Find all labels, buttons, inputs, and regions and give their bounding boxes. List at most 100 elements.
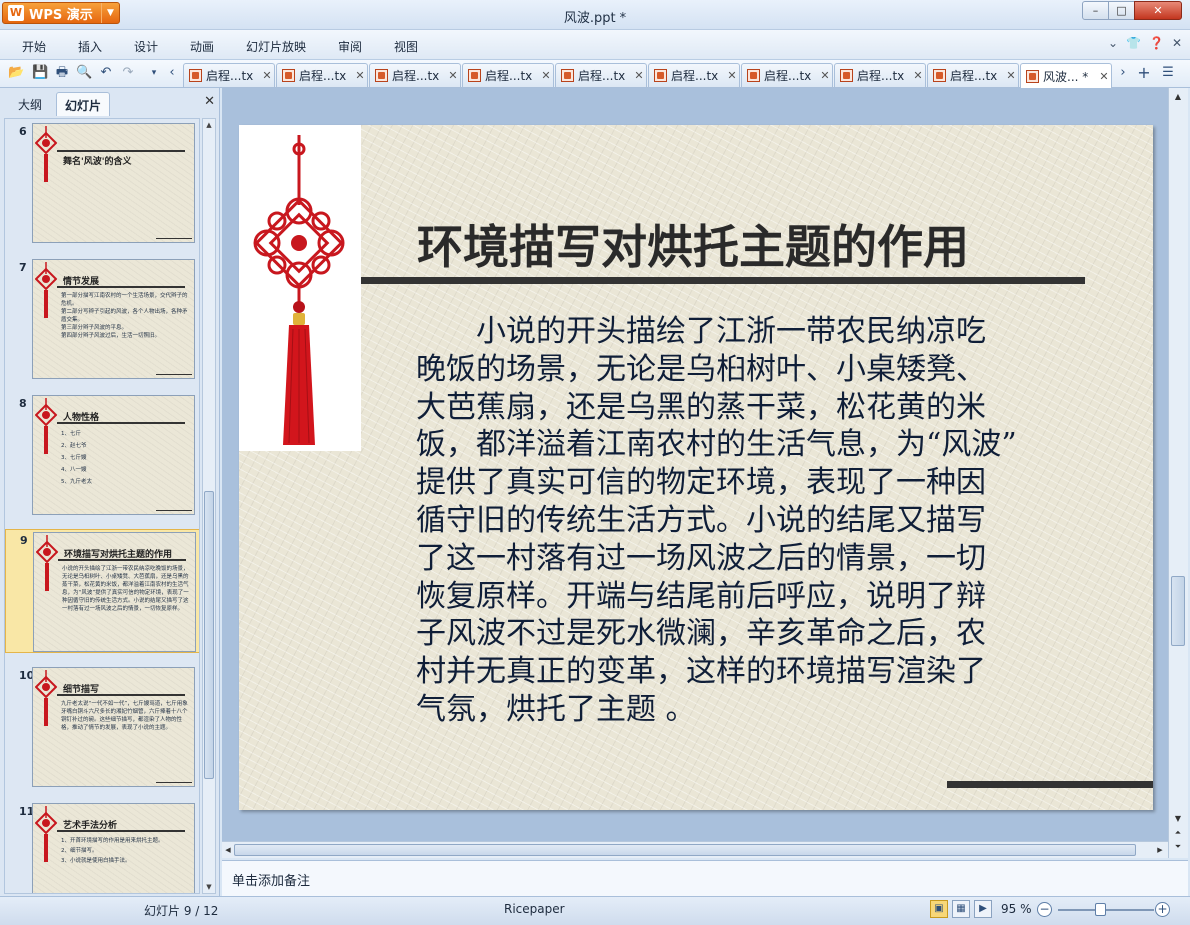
- close-tab-icon[interactable]: ✕: [539, 69, 553, 82]
- slide-thumbnail-selected[interactable]: 9 环境描写对烘托主题的作用 小说的开头描绘了江浙一带农民纳凉吃晚饭的场景，无论…: [5, 529, 199, 653]
- slide-thumbnail[interactable]: 6 舞名'风波'的含义: [5, 121, 199, 245]
- doc-tab[interactable]: 启程...tx ✕: [462, 63, 554, 87]
- slide-title[interactable]: 环境描写对烘托主题的作用: [417, 211, 969, 277]
- thumb-line: 第四部分辫子风波过后，生活一切照旧。: [61, 333, 161, 339]
- tab-outline[interactable]: 大纲: [10, 92, 50, 116]
- thumb-title: 舞名'风波'的含义: [63, 157, 132, 167]
- print-icon[interactable]: 🖶: [54, 65, 70, 81]
- zoom-in-icon[interactable]: +: [1155, 902, 1170, 917]
- slide-thumbnail-preview[interactable]: 环境描写对烘托主题的作用 小说的开头描绘了江浙一带农民纳凉吃晚饭的场景，无论是乌…: [33, 532, 196, 652]
- menu-item-slideshow[interactable]: 幻灯片放映: [246, 38, 306, 55]
- slide-thumbnail[interactable]: 8 人物性格 1、七斤 2、赵七爷 3、七斤嫂 4、八一嫂 5、九斤老太: [5, 393, 199, 517]
- doc-tab[interactable]: 启程...tx ✕: [369, 63, 461, 87]
- doc-tab[interactable]: 启程...tx ✕: [834, 63, 926, 87]
- notes-pane[interactable]: 单击添加备注: [222, 860, 1188, 896]
- slide-thumbnail-panel: 大纲 幻灯片 ✕ 6 舞名'风波'的含义 7 情节发展 第一部分描写江南农村的一…: [0, 88, 220, 896]
- close-tab-icon[interactable]: ✕: [725, 69, 739, 82]
- close-tab-icon[interactable]: ✕: [1004, 69, 1018, 82]
- scrollbar-thumb[interactable]: [1171, 576, 1185, 646]
- zoom-out-icon[interactable]: −: [1037, 902, 1052, 917]
- scroll-right-icon[interactable]: ▶: [1154, 844, 1166, 856]
- previous-slide-icon[interactable]: ⏶: [1171, 826, 1185, 840]
- scroll-left-icon[interactable]: ◀: [222, 844, 234, 856]
- editor-vertical-scrollbar[interactable]: ▲ ▼ ⏶ ⏷: [1168, 88, 1188, 858]
- help-icon[interactable]: ❓: [1149, 36, 1164, 50]
- doc-tab[interactable]: 启程...tx ✕: [276, 63, 368, 87]
- chinese-knot-icon: [35, 398, 57, 454]
- menu-item-view[interactable]: 视图: [394, 38, 418, 55]
- undo-icon[interactable]: ↶: [98, 65, 114, 81]
- new-tab-icon[interactable]: +: [1136, 65, 1152, 81]
- close-tab-icon[interactable]: ✕: [353, 69, 367, 82]
- minimize-button[interactable]: –: [1082, 1, 1109, 20]
- zoom-slider-handle[interactable]: [1095, 903, 1106, 916]
- slide-thumbnail-preview[interactable]: 舞名'风波'的含义: [32, 123, 195, 243]
- scroll-down-icon[interactable]: ▼: [203, 881, 215, 893]
- tab-slides[interactable]: 幻灯片: [56, 92, 111, 116]
- panel-close-icon[interactable]: ✕: [204, 94, 215, 109]
- title-bar: W WPS 演示 ▼ 风波.ppt * – □ ✕: [0, 0, 1190, 30]
- menu-item-start[interactable]: 开始: [22, 38, 46, 55]
- save-icon[interactable]: 💾: [32, 65, 48, 81]
- close-tab-icon[interactable]: ✕: [446, 69, 460, 82]
- doc-tab[interactable]: 启程...tx ✕: [741, 63, 833, 87]
- tabs-scroll-left-icon[interactable]: ‹: [164, 65, 180, 81]
- collapse-ribbon-icon[interactable]: ⌄: [1108, 36, 1118, 50]
- scroll-up-icon[interactable]: ▲: [1171, 90, 1185, 104]
- skin-icon[interactable]: 👕: [1126, 36, 1141, 50]
- thumb-foot-rule: [156, 510, 192, 511]
- doc-tab[interactable]: 启程...tx ✕: [183, 63, 275, 87]
- close-tab-icon[interactable]: ✕: [818, 69, 832, 82]
- close-tab-icon[interactable]: ✕: [632, 69, 646, 82]
- thumb-line: 3、小说就是使用白描手法。: [61, 858, 131, 864]
- slide-body-text[interactable]: 小说的开头描绘了江浙一带农民纳凉吃 晚饭的场景，无论是乌桕树叶、小桌矮凳、 大芭…: [416, 313, 1116, 729]
- zoom-slider[interactable]: [1058, 909, 1154, 911]
- thumb-line: 第一部分描写江南农村的一个生活场景，交代辫子的危机。: [61, 293, 188, 307]
- slide-thumbnail-preview[interactable]: 情节发展 第一部分描写江南农村的一个生活场景，交代辫子的危机。 第二部分写辫子引…: [32, 259, 195, 379]
- scrollbar-thumb[interactable]: [204, 491, 214, 779]
- close-tab-icon[interactable]: ✕: [1097, 70, 1111, 83]
- current-slide[interactable]: 环境描写对烘托主题的作用 小说的开头描绘了江浙一带农民纳凉吃 晚饭的场景，无论是…: [239, 125, 1153, 810]
- customize-toolbar-icon[interactable]: ▾: [146, 65, 162, 81]
- close-tab-icon[interactable]: ✕: [911, 69, 925, 82]
- menu-item-design[interactable]: 设计: [134, 38, 158, 55]
- menu-item-review[interactable]: 审阅: [338, 38, 362, 55]
- thumbnail-scrollbar[interactable]: ▲ ▼: [202, 118, 216, 894]
- knot-image-panel[interactable]: [239, 125, 361, 451]
- doc-tab[interactable]: 启程...tx ✕: [648, 63, 740, 87]
- tabs-scroll-right-icon[interactable]: ›: [1115, 65, 1131, 81]
- notes-placeholder[interactable]: 单击添加备注: [232, 870, 310, 889]
- menu-item-animation[interactable]: 动画: [190, 38, 214, 55]
- slide-number: 7: [19, 261, 27, 274]
- menu-item-insert[interactable]: 插入: [78, 38, 102, 55]
- footer-divider: [947, 781, 1153, 788]
- slide-thumbnail-preview[interactable]: 艺术手法分析 1、开首环境描写的作用是用来烘托主题。 2、细节描写。 3、小说就…: [32, 803, 195, 893]
- slide-thumbnail[interactable]: 11 艺术手法分析 1、开首环境描写的作用是用来烘托主题。 2、细节描写。 3、…: [5, 801, 199, 893]
- slide-thumbnail-preview[interactable]: 人物性格 1、七斤 2、赵七爷 3、七斤嫂 4、八一嫂 5、九斤老太: [32, 395, 195, 515]
- slide-thumbnail-preview[interactable]: 细节描写 九斤老太说“一代不如一代”，七斤嫂骂道，七斤用象牙嘴白铜斗六尺多长的湘…: [32, 667, 195, 787]
- redo-icon[interactable]: ↷: [120, 65, 136, 81]
- ppt-file-icon: [561, 69, 574, 82]
- slide-thumbnail[interactable]: 10 细节描写 九斤老太说“一代不如一代”，七斤嫂骂道，七斤用象牙嘴白铜斗六尺多…: [5, 665, 199, 789]
- editor-horizontal-scrollbar[interactable]: ◀ ▶: [222, 841, 1168, 858]
- thumb-divider: [57, 286, 185, 288]
- ribbon-close-icon[interactable]: ✕: [1172, 36, 1182, 50]
- print-preview-icon[interactable]: 🔍: [76, 65, 92, 81]
- doc-tab[interactable]: 启程...tx ✕: [555, 63, 647, 87]
- scroll-down-icon[interactable]: ▼: [1171, 812, 1185, 826]
- slideshow-play-icon[interactable]: ▶: [974, 900, 992, 918]
- scroll-up-icon[interactable]: ▲: [203, 119, 215, 131]
- slide-thumbnail[interactable]: 7 情节发展 第一部分描写江南农村的一个生活场景，交代辫子的危机。 第二部分写辫…: [5, 257, 199, 381]
- close-tab-icon[interactable]: ✕: [260, 69, 274, 82]
- normal-view-icon[interactable]: ▣: [930, 900, 948, 918]
- ppt-file-icon: [654, 69, 667, 82]
- maximize-button[interactable]: □: [1108, 1, 1135, 20]
- scrollbar-thumb[interactable]: [234, 844, 1136, 856]
- slide-sorter-icon[interactable]: ▦: [952, 900, 970, 918]
- close-window-button[interactable]: ✕: [1134, 1, 1182, 20]
- tab-list-icon[interactable]: ☰: [1160, 65, 1176, 81]
- open-folder-icon[interactable]: 📂: [8, 65, 24, 81]
- next-slide-icon[interactable]: ⏷: [1171, 840, 1185, 854]
- doc-tab-active[interactable]: 风波... * ✕: [1020, 63, 1112, 88]
- doc-tab[interactable]: 启程...tx ✕: [927, 63, 1019, 87]
